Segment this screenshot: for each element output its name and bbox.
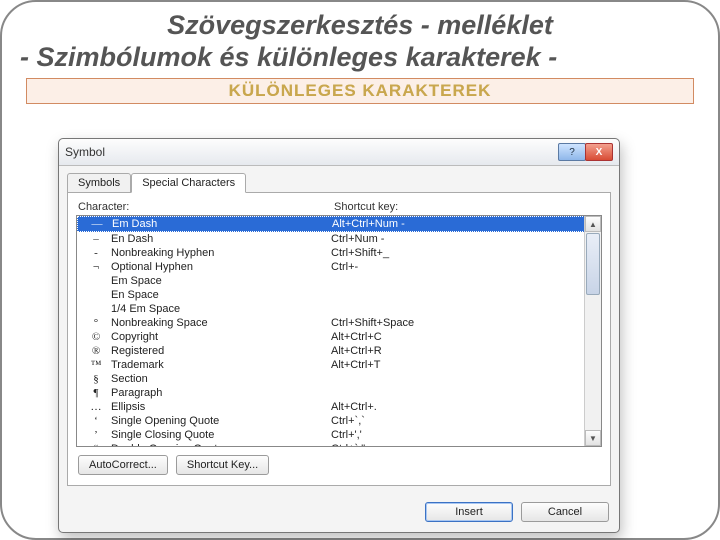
dialog-title: Symbol bbox=[65, 145, 105, 159]
list-item[interactable]: –En DashCtrl+Num - bbox=[77, 232, 585, 246]
tab-special-characters[interactable]: Special Characters bbox=[131, 173, 246, 193]
list-item[interactable]: …EllipsisAlt+Ctrl+. bbox=[77, 400, 585, 414]
column-header-shortcut: Shortcut key: bbox=[334, 201, 602, 213]
list-item-shortcut: Alt+Ctrl+. bbox=[331, 400, 581, 414]
list-item-char: — bbox=[82, 217, 112, 231]
list-item-char: … bbox=[81, 400, 111, 414]
list-item-char: ¶ bbox=[81, 386, 111, 400]
window-controls: ? X bbox=[559, 143, 613, 161]
section-banner-text: KÜLÖNLEGES KARAKTEREK bbox=[229, 81, 492, 100]
list-item[interactable]: 1/4 Em Space bbox=[77, 302, 585, 316]
list-item-char: © bbox=[81, 330, 111, 344]
dialog-footer: Insert Cancel bbox=[59, 494, 619, 532]
panel-button-bar: AutoCorrect... Shortcut Key... bbox=[76, 447, 602, 477]
list-item-shortcut: Ctrl+- bbox=[331, 260, 581, 274]
tab-symbols[interactable]: Symbols bbox=[67, 173, 131, 193]
list-item-char: § bbox=[81, 372, 111, 386]
list-item-name: Single Opening Quote bbox=[111, 414, 331, 428]
autocorrect-button[interactable]: AutoCorrect... bbox=[78, 455, 168, 475]
list-item-char: ™ bbox=[81, 358, 111, 372]
list-item[interactable]: ¶Paragraph bbox=[77, 386, 585, 400]
list-item-shortcut: Ctrl+`," bbox=[331, 442, 581, 447]
list-item-name: En Space bbox=[111, 288, 331, 302]
list-item-char: ‘ bbox=[81, 414, 111, 428]
list-item-char: ¬ bbox=[81, 260, 111, 274]
list-item[interactable]: ®RegisteredAlt+Ctrl+R bbox=[77, 344, 585, 358]
slide-frame: Szövegszerkesztés - melléklet - Szimbólu… bbox=[0, 0, 720, 540]
list-item-char: – bbox=[81, 232, 111, 246]
scroll-thumb[interactable] bbox=[586, 233, 600, 295]
scroll-up-arrow[interactable]: ▲ bbox=[585, 216, 601, 232]
list-item-name: Trademark bbox=[111, 358, 331, 372]
list-item[interactable]: “Double Opening QuoteCtrl+`," bbox=[77, 442, 585, 447]
tab-strip: Symbols Special Characters bbox=[59, 166, 619, 192]
list-item-name: Registered bbox=[111, 344, 331, 358]
list-item-name: Em Space bbox=[111, 274, 331, 288]
list-item-name: Single Closing Quote bbox=[111, 428, 331, 442]
list-item-name: Paragraph bbox=[111, 386, 331, 400]
list-item-name: Optional Hyphen bbox=[111, 260, 331, 274]
tab-panel: Character: Shortcut key: —Em DashAlt+Ctr… bbox=[67, 192, 611, 486]
list-item-char: ® bbox=[81, 344, 111, 358]
list-item[interactable]: ™TrademarkAlt+Ctrl+T bbox=[77, 358, 585, 372]
list-item-char: - bbox=[81, 246, 111, 260]
column-headers: Character: Shortcut key: bbox=[76, 201, 602, 215]
list-item[interactable]: ’Single Closing QuoteCtrl+',' bbox=[77, 428, 585, 442]
list-item[interactable]: —Em DashAlt+Ctrl+Num - bbox=[77, 216, 585, 232]
list-item-char: “ bbox=[81, 442, 111, 447]
list-item-name: Copyright bbox=[111, 330, 331, 344]
cancel-button[interactable]: Cancel bbox=[521, 502, 609, 522]
close-button[interactable]: X bbox=[585, 143, 613, 161]
list-item[interactable]: Em Space bbox=[77, 274, 585, 288]
list-item-name: Nonbreaking Space bbox=[111, 316, 331, 330]
list-item-shortcut: Alt+Ctrl+C bbox=[331, 330, 581, 344]
list-item-shortcut: Ctrl+Num - bbox=[331, 232, 581, 246]
slide-title-line2: - Szimbólumok és különleges karakterek - bbox=[20, 42, 700, 74]
list-item[interactable]: ‘Single Opening QuoteCtrl+`,` bbox=[77, 414, 585, 428]
list-item-shortcut: Ctrl+Shift+Space bbox=[331, 316, 581, 330]
shortcut-key-button[interactable]: Shortcut Key... bbox=[176, 455, 269, 475]
list-item[interactable]: ©CopyrightAlt+Ctrl+C bbox=[77, 330, 585, 344]
slide-title-line1: Szövegszerkesztés - melléklet bbox=[20, 10, 700, 42]
list-item[interactable]: §Section bbox=[77, 372, 585, 386]
list-item-name: Ellipsis bbox=[111, 400, 331, 414]
insert-button[interactable]: Insert bbox=[425, 502, 513, 522]
list-item[interactable]: °Nonbreaking SpaceCtrl+Shift+Space bbox=[77, 316, 585, 330]
list-item-char: ’ bbox=[81, 428, 111, 442]
list-item-shortcut: Ctrl+',' bbox=[331, 428, 581, 442]
list-item-name: Nonbreaking Hyphen bbox=[111, 246, 331, 260]
list-item-shortcut: Ctrl+`,` bbox=[331, 414, 581, 428]
character-list[interactable]: —Em DashAlt+Ctrl+Num -–En DashCtrl+Num -… bbox=[76, 215, 602, 447]
scroll-down-arrow[interactable]: ▼ bbox=[585, 430, 601, 446]
list-item[interactable]: -Nonbreaking HyphenCtrl+Shift+_ bbox=[77, 246, 585, 260]
list-item-shortcut: Ctrl+Shift+_ bbox=[331, 246, 581, 260]
help-button[interactable]: ? bbox=[558, 143, 586, 161]
dialog-titlebar[interactable]: Symbol ? X bbox=[59, 139, 619, 166]
symbol-dialog: Symbol ? X Symbols Special Characters Ch… bbox=[58, 138, 620, 533]
list-item-name: Section bbox=[111, 372, 331, 386]
list-scrollbar[interactable]: ▲ ▼ bbox=[584, 216, 601, 446]
list-item-name: 1/4 Em Space bbox=[111, 302, 331, 316]
list-item-shortcut: Alt+Ctrl+Num - bbox=[332, 217, 580, 231]
list-item-char: ° bbox=[81, 316, 111, 330]
list-item-name: Em Dash bbox=[112, 217, 332, 231]
list-item-name: En Dash bbox=[111, 232, 331, 246]
section-banner: KÜLÖNLEGES KARAKTEREK bbox=[26, 78, 694, 104]
list-item-shortcut: Alt+Ctrl+T bbox=[331, 358, 581, 372]
list-item[interactable]: ¬Optional HyphenCtrl+- bbox=[77, 260, 585, 274]
list-item-shortcut: Alt+Ctrl+R bbox=[331, 344, 581, 358]
column-header-character: Character: bbox=[78, 201, 334, 213]
list-item[interactable]: En Space bbox=[77, 288, 585, 302]
list-item-name: Double Opening Quote bbox=[111, 442, 331, 447]
